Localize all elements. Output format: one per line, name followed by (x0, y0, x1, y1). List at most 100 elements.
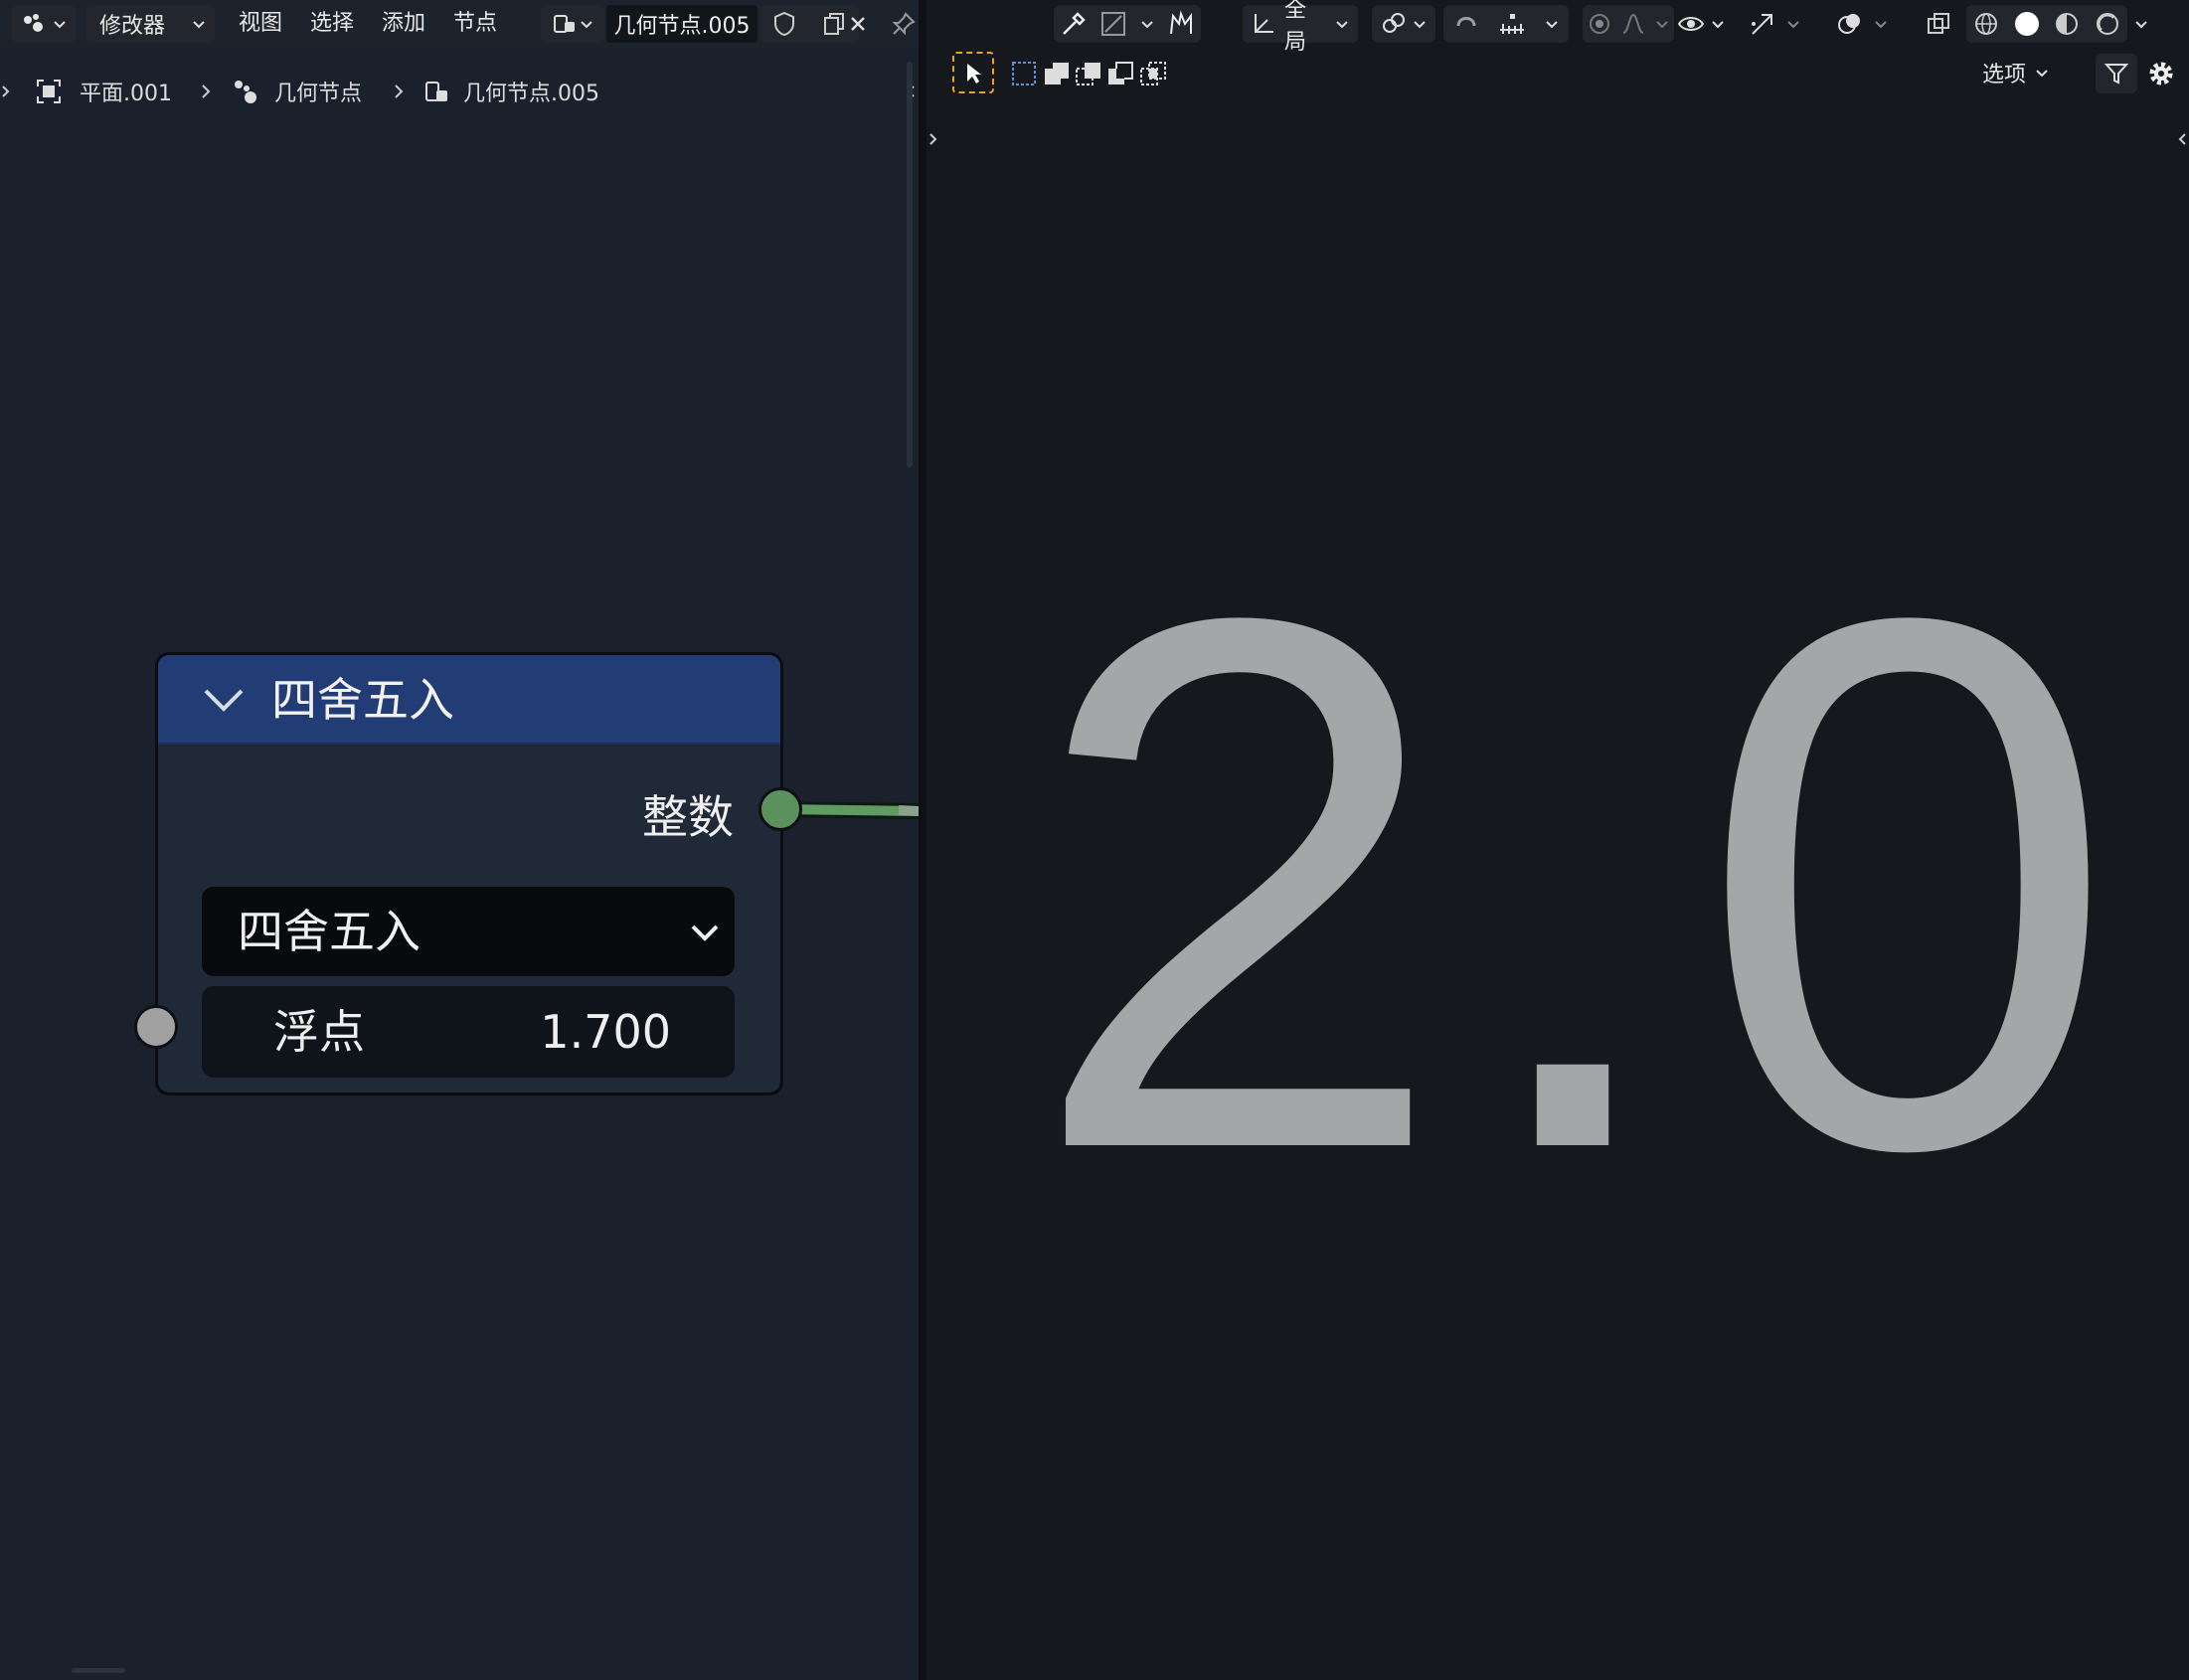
chevron-down-icon[interactable] (1654, 16, 1670, 32)
snap-tools (1054, 5, 1201, 43)
node-tree-icon (551, 10, 579, 38)
breadcrumb-modifier: 几何节点 (231, 66, 362, 117)
filter-icon[interactable] (2096, 54, 2137, 93)
snapping-tools (1443, 5, 1569, 43)
select-invert-icon[interactable] (1105, 59, 1135, 88)
chevron-down-icon[interactable] (202, 681, 246, 721)
chevron-down-icon (579, 16, 594, 32)
menu-node[interactable]: 节点 (453, 0, 497, 48)
grease-pencil-icon[interactable] (1167, 10, 1195, 38)
overlay-toggle[interactable] (1835, 5, 1905, 43)
float-input-value: 1.700 (540, 1005, 671, 1059)
select-intersect-icon[interactable] (1138, 59, 1168, 88)
select-extend-icon[interactable] (1042, 59, 1072, 88)
xray-icon[interactable] (1925, 5, 1964, 43)
round-node[interactable]: 四舍五入 整数 四舍五入 浮点 1.700 (155, 652, 783, 1095)
proportional-icon[interactable] (1587, 11, 1612, 37)
select-new-icon[interactable] (1009, 59, 1039, 88)
chevron-down-icon[interactable] (1544, 16, 1560, 32)
visibility-icon (1676, 10, 1706, 38)
chevron-right-icon (199, 66, 213, 117)
rounding-mode-value: 四舍五入 (238, 905, 421, 958)
eyedropper-icon[interactable] (1060, 10, 1088, 38)
breadcrumb: 平面.001 几何节点 几何节点.005 (0, 66, 919, 117)
node-output-label: 整数 (642, 790, 734, 844)
context-mode-label: 修改器 (99, 14, 166, 39)
rendered-shading-icon[interactable] (2094, 10, 2121, 38)
selection-mode-group (1008, 56, 1169, 91)
shield-icon[interactable] (771, 10, 797, 38)
float-input-socket[interactable] (134, 1005, 178, 1049)
float-input-field[interactable]: 浮点 1.700 (202, 986, 735, 1078)
3d-viewport[interactable]: 全局 选项 2.0 (926, 0, 2189, 1680)
chevron-down-icon[interactable] (2133, 5, 2161, 43)
overlay-icon (1835, 10, 1865, 38)
cursor-icon (962, 61, 984, 84)
sidebar-toggle-left[interactable] (0, 66, 12, 117)
chevron-down-icon (1412, 16, 1428, 32)
horizontal-scrollbar[interactable] (72, 1668, 125, 1673)
chevron-down-icon (52, 16, 68, 32)
node-title: 四舍五入 (271, 673, 454, 727)
pin-icon[interactable] (889, 5, 919, 43)
material-shading-icon[interactable] (2053, 10, 2081, 38)
area-divider[interactable] (919, 0, 926, 1680)
solid-shading-icon[interactable] (2013, 10, 2041, 38)
proportional-edit-tools (1583, 5, 1674, 43)
snap-increment-icon[interactable] (1497, 10, 1527, 38)
chevron-right-icon (392, 66, 406, 117)
sidebar-toggle[interactable] (2175, 129, 2189, 149)
chevron-down-icon (2034, 65, 2050, 81)
viewport-header: 全局 (926, 0, 2189, 55)
viewport-options-dropdown[interactable]: 选项 (1970, 53, 2088, 92)
breadcrumb-object-label: 平面.001 (80, 82, 172, 106)
select-box-tool-button[interactable] (952, 52, 994, 93)
transform-orientation-label: 全局 (1284, 0, 1307, 55)
wireframe-shading-icon[interactable] (1972, 10, 2000, 38)
chevron-down-icon (191, 16, 207, 32)
node-title-bar[interactable]: 四舍五入 (158, 655, 780, 745)
node-tree-browse-button[interactable] (541, 5, 604, 43)
rounding-mode-dropdown[interactable]: 四舍五入 (202, 887, 735, 976)
pivot-icon (1380, 10, 1408, 38)
context-mode-dropdown[interactable]: 修改器 (85, 5, 215, 43)
chevron-down-icon[interactable] (1139, 16, 1155, 32)
vertical-scrollbar[interactable] (907, 62, 913, 467)
visibility-dropdown[interactable] (1676, 5, 1736, 43)
node-tree-name-field[interactable]: 几何节点.005 (606, 5, 758, 43)
geometry-nodes-icon (231, 77, 260, 106)
gizmo-toggle[interactable] (1748, 5, 1817, 43)
gear-icon[interactable] (2141, 54, 2181, 93)
falloff-icon[interactable] (1620, 11, 1646, 37)
node-tree-icon (421, 77, 451, 106)
text-object-display: 2.0 (1027, 462, 2138, 1306)
pivot-dropdown[interactable] (1372, 5, 1435, 43)
node-editor[interactable]: 修改器 视图 选择 添加 节点 几何节点.005 平面.001 几何节点 几何节… (0, 0, 919, 1680)
chevron-down-icon (1873, 16, 1889, 32)
snap-icon[interactable] (1099, 10, 1127, 38)
menu-select[interactable]: 选择 (310, 0, 354, 48)
menu-add[interactable]: 添加 (382, 0, 425, 48)
menu-view[interactable]: 视图 (239, 0, 282, 48)
editor-type-button[interactable] (12, 5, 76, 43)
transform-orientation-icon (1251, 11, 1276, 37)
viewport-options-label: 选项 (1982, 63, 2027, 87)
transform-orientation-dropdown[interactable]: 全局 (1243, 0, 1358, 55)
shading-mode-group (1966, 5, 2127, 43)
toolbar-toggle[interactable] (926, 129, 940, 149)
chevron-down-icon (1785, 16, 1801, 32)
integer-output-socket[interactable] (758, 787, 802, 831)
mesh-object-icon (34, 77, 64, 106)
float-input-label: 浮点 (273, 1005, 365, 1059)
node-editor-header: 修改器 视图 选择 添加 节点 几何节点.005 (0, 0, 919, 48)
editor-type-icon (20, 11, 52, 37)
breadcrumb-node-tree: 几何节点.005 (421, 66, 599, 117)
select-subtract-icon[interactable] (1074, 59, 1103, 88)
breadcrumb-node-tree-label: 几何节点.005 (463, 82, 599, 106)
chevron-down-icon (1334, 16, 1350, 32)
breadcrumb-object: 平面.001 (34, 66, 172, 117)
magnet-icon[interactable] (1452, 10, 1480, 38)
close-icon[interactable] (843, 5, 873, 43)
chevron-down-icon (689, 919, 721, 946)
gizmo-icon (1748, 10, 1777, 38)
